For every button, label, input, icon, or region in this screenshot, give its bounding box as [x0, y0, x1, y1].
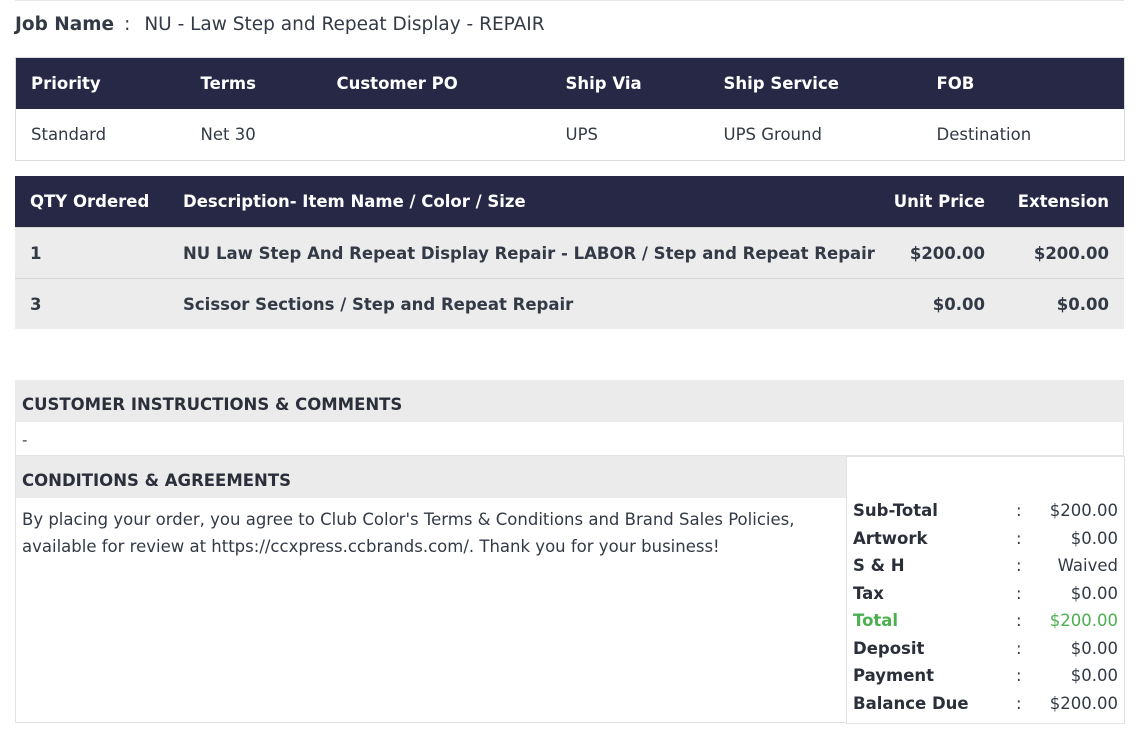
artwork-value: $0.00 — [1070, 528, 1118, 548]
shipping-handling-colon: : — [1016, 556, 1022, 575]
header-priority: Priority — [15, 57, 186, 109]
shipping-handling-row: S & H : Waived — [853, 556, 1118, 580]
shipping-table: Priority Terms Customer PO Ship Via Ship… — [15, 57, 1125, 161]
header-ship-service: Ship Service — [708, 57, 922, 109]
tax-label: Tax — [853, 583, 884, 603]
conditions-title: CONDITIONS & AGREEMENTS — [22, 471, 291, 490]
conditions-section: CONDITIONS & AGREEMENTS By placing your … — [15, 456, 847, 723]
header-unit-price: Unit Price — [891, 176, 1000, 228]
extension-cell: $0.00 — [1000, 278, 1124, 329]
artwork-label: Artwork — [853, 528, 928, 548]
balance-due-row: Balance Due : $200.00 — [853, 694, 1118, 718]
header-qty: QTY Ordered — [15, 176, 168, 228]
job-name-colon: : — [124, 14, 131, 35]
conditions-text: By placing your order, you agree to Club… — [22, 510, 795, 556]
conditions-header: CONDITIONS & AGREEMENTS — [16, 456, 847, 498]
header-terms: Terms — [185, 57, 322, 109]
instructions-body: - — [15, 422, 1124, 456]
subtotal-colon: : — [1016, 501, 1022, 520]
payment-colon: : — [1016, 666, 1022, 685]
priority-value: Standard — [15, 109, 186, 161]
customer-po-value — [321, 109, 551, 161]
total-row: Total : $200.00 — [853, 611, 1118, 635]
job-name-label: Job Name — [15, 14, 115, 35]
deposit-colon: : — [1016, 638, 1022, 658]
instructions-header: CUSTOMER INSTRUCTIONS & COMMENTS — [15, 380, 1124, 422]
subtotal-label: Sub-Total — [853, 501, 938, 520]
payment-row: Payment : $0.00 — [853, 666, 1118, 690]
shipping-value-row: Standard Net 30 UPS UPS Ground Destinati… — [15, 109, 1125, 161]
table-row: 3 Scissor Sections / Step and Repeat Rep… — [15, 278, 1124, 329]
deposit-value: $0.00 — [1070, 638, 1118, 658]
qty-cell: 1 — [15, 227, 168, 279]
ship-service-value: UPS Ground — [708, 109, 922, 161]
total-colon: : — [1016, 611, 1022, 630]
shipping-handling-value: Waived — [1057, 556, 1118, 575]
balance-due-colon: : — [1016, 693, 1022, 713]
description-cell: NU Law Step And Repeat Display Repair - … — [168, 227, 891, 279]
subtotal-value: $200.00 — [1049, 501, 1118, 520]
total-label: Total — [853, 611, 899, 630]
tax-row: Tax : $0.00 — [853, 584, 1118, 608]
payment-label: Payment — [853, 666, 935, 685]
unit-price-cell: $0.00 — [891, 278, 1000, 329]
shipping-handling-label: S & H — [853, 556, 905, 575]
items-table: QTY Ordered Description- Item Name / Col… — [15, 176, 1124, 329]
totals-panel: Sub-Total : $200.00 Artwork : $0.00 S & … — [846, 456, 1125, 724]
tax-value: $0.00 — [1070, 583, 1118, 603]
qty-cell: 3 — [15, 278, 168, 329]
header-customer-po: Customer PO — [321, 57, 551, 109]
fob-value: Destination — [921, 109, 1125, 161]
balance-due-value: $200.00 — [1049, 693, 1118, 713]
shipping-header-row: Priority Terms Customer PO Ship Via Ship… — [15, 57, 1125, 109]
instructions-title: CUSTOMER INSTRUCTIONS & COMMENTS — [22, 395, 403, 414]
deposit-row: Deposit : $0.00 — [853, 639, 1118, 663]
artwork-colon: : — [1016, 528, 1022, 548]
header-fob: FOB — [921, 57, 1125, 109]
tax-colon: : — [1016, 583, 1022, 603]
header-description: Description- Item Name / Color / Size — [168, 176, 891, 228]
header-extension: Extension — [1000, 176, 1124, 228]
total-value: $200.00 — [1049, 611, 1118, 630]
balance-due-label: Balance Due — [853, 693, 969, 713]
extension-cell: $200.00 — [1000, 227, 1124, 279]
ship-via-value: UPS — [550, 109, 709, 161]
deposit-label: Deposit — [853, 638, 925, 658]
table-row: 1 NU Law Step And Repeat Display Repair … — [15, 227, 1124, 279]
header-ship-via: Ship Via — [550, 57, 709, 109]
instructions-text: - — [22, 431, 28, 449]
unit-price-cell: $200.00 — [891, 227, 1000, 279]
artwork-row: Artwork : $0.00 — [853, 529, 1118, 553]
subtotal-row: Sub-Total : $200.00 — [853, 501, 1118, 525]
job-name-value: NU - Law Step and Repeat Display - REPAI… — [144, 14, 545, 35]
job-name-line: Job Name: NU - Law Step and Repeat Displa… — [15, 14, 545, 35]
payment-value: $0.00 — [1070, 666, 1118, 685]
items-header-row: QTY Ordered Description- Item Name / Col… — [15, 176, 1124, 228]
description-cell: Scissor Sections / Step and Repeat Repai… — [168, 278, 891, 329]
top-divider — [15, 0, 1124, 1]
terms-value: Net 30 — [185, 109, 322, 161]
